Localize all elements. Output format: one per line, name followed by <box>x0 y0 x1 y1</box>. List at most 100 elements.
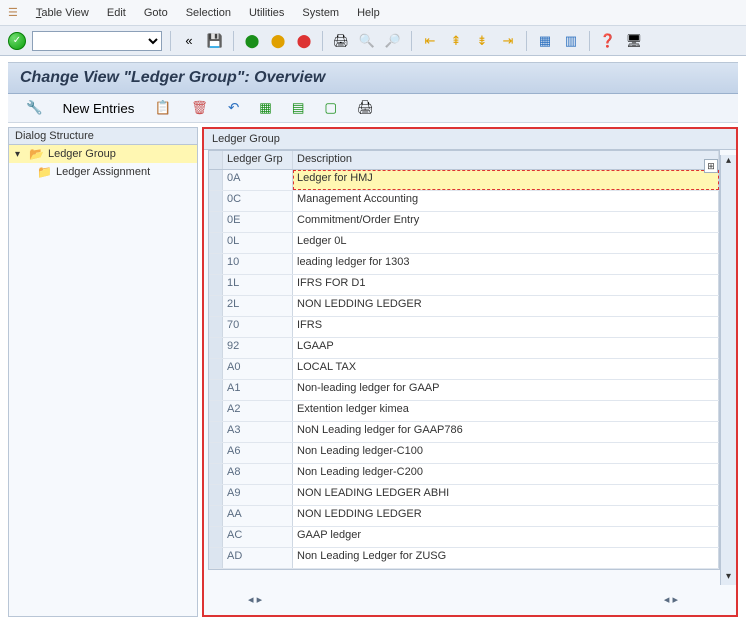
shortcut-icon[interactable]: ▥ <box>561 31 581 51</box>
table-row[interactable]: 0LLedger 0L <box>209 233 719 254</box>
cell-description[interactable]: GAAP ledger <box>293 527 719 547</box>
status-ok-icon[interactable]: ✓ <box>8 32 26 50</box>
cell-description[interactable]: Ledger 0L <box>293 233 719 253</box>
row-selector[interactable] <box>209 359 223 379</box>
row-selector[interactable] <box>209 506 223 526</box>
cell-ledger-grp[interactable]: 2L <box>223 296 293 316</box>
cell-ledger-grp[interactable]: AA <box>223 506 293 526</box>
table-row[interactable]: A8Non Leading ledger-C200 <box>209 464 719 485</box>
menu-table-view[interactable]: Table View <box>36 7 89 19</box>
cell-description[interactable]: Non Leading ledger-C100 <box>293 443 719 463</box>
undo-icon[interactable]: ↶ <box>222 98 245 118</box>
save-icon[interactable]: 💾 <box>205 31 225 51</box>
row-selector[interactable] <box>209 485 223 505</box>
back-ball-icon[interactable]: ⬤ <box>242 31 262 51</box>
scroll-right-icon[interactable]: ◂ ▸ <box>664 593 678 609</box>
table-settings-icon[interactable]: ⊞ <box>704 159 718 173</box>
new-session-icon[interactable]: ▦ <box>535 31 555 51</box>
table-row[interactable]: A0LOCAL TAX <box>209 359 719 380</box>
cell-ledger-grp[interactable]: 0C <box>223 191 293 211</box>
cell-description[interactable]: leading ledger for 1303 <box>293 254 719 274</box>
cell-ledger-grp[interactable]: A0 <box>223 359 293 379</box>
table-row[interactable]: A9NON LEADING LEDGER ABHI <box>209 485 719 506</box>
local-layout-icon[interactable]: 🖥 <box>624 31 644 51</box>
scroll-down-icon[interactable]: ▾ <box>721 571 736 585</box>
table-row[interactable]: AANON LEDDING LEDGER <box>209 506 719 527</box>
copy-icon[interactable]: 📋 <box>148 98 177 118</box>
cell-description[interactable]: NON LEADING LEDGER ABHI <box>293 485 719 505</box>
find-icon[interactable]: 🔍 <box>357 31 377 51</box>
cell-ledger-grp[interactable]: 70 <box>223 317 293 337</box>
row-selector[interactable] <box>209 212 223 232</box>
next-page-icon[interactable]: ⇟ <box>472 31 492 51</box>
cell-ledger-grp[interactable]: 0E <box>223 212 293 232</box>
table-row[interactable]: 0ECommitment/Order Entry <box>209 212 719 233</box>
cell-ledger-grp[interactable]: 1L <box>223 275 293 295</box>
print-icon[interactable]: 🖨 <box>331 31 351 51</box>
row-selector[interactable] <box>209 380 223 400</box>
cell-description[interactable]: NoN Leading ledger for GAAP786 <box>293 422 719 442</box>
menu-icon[interactable]: ☰ <box>8 6 18 19</box>
command-combo[interactable] <box>32 31 162 51</box>
cell-description[interactable]: NON LEDDING LEDGER <box>293 296 719 316</box>
cell-description[interactable]: LGAAP <box>293 338 719 358</box>
table-row[interactable]: 2LNON LEDDING LEDGER <box>209 296 719 317</box>
menu-utilities[interactable]: Utilities <box>249 7 284 19</box>
cell-description[interactable]: NON LEDDING LEDGER <box>293 506 719 526</box>
cell-ledger-grp[interactable]: A2 <box>223 401 293 421</box>
menu-help[interactable]: Help <box>357 7 380 19</box>
menu-edit[interactable]: Edit <box>107 7 126 19</box>
row-selector[interactable] <box>209 191 223 211</box>
row-selector[interactable] <box>209 443 223 463</box>
exit-ball-icon[interactable]: ⬤ <box>268 31 288 51</box>
table-row[interactable]: A2Extention ledger kimea <box>209 401 719 422</box>
column-description[interactable]: Description <box>293 151 719 169</box>
row-selector[interactable] <box>209 527 223 547</box>
row-selector[interactable] <box>209 233 223 253</box>
table-row[interactable]: ACGAAP ledger <box>209 527 719 548</box>
cell-ledger-grp[interactable]: A8 <box>223 464 293 484</box>
row-selector[interactable] <box>209 254 223 274</box>
table-row[interactable]: 92LGAAP <box>209 338 719 359</box>
cell-ledger-grp[interactable]: A6 <box>223 443 293 463</box>
back-icon[interactable]: « <box>179 31 199 51</box>
cell-ledger-grp[interactable]: AC <box>223 527 293 547</box>
cell-description[interactable]: Commitment/Order Entry <box>293 212 719 232</box>
table-row[interactable]: 1LIFRS FOR D1 <box>209 275 719 296</box>
row-selector[interactable] <box>209 296 223 316</box>
row-selector[interactable] <box>209 548 223 568</box>
find-next-icon[interactable]: 🔎 <box>383 31 403 51</box>
last-page-icon[interactable]: ⇥ <box>498 31 518 51</box>
collapse-icon[interactable]: ▾ <box>15 149 25 160</box>
menu-goto[interactable]: Goto <box>144 7 168 19</box>
horizontal-scrollbar[interactable]: ◂ ▸ ◂ ▸ <box>208 593 718 609</box>
cell-ledger-grp[interactable]: A1 <box>223 380 293 400</box>
cell-ledger-grp[interactable]: AD <box>223 548 293 568</box>
select-all-icon[interactable]: ▦ <box>253 98 278 118</box>
delete-icon[interactable]: 🗑 <box>185 98 214 118</box>
cell-description[interactable]: IFRS <box>293 317 719 337</box>
cell-ledger-grp[interactable]: 92 <box>223 338 293 358</box>
select-all-column[interactable] <box>209 151 223 169</box>
table-row[interactable]: A1Non-leading ledger for GAAP <box>209 380 719 401</box>
cell-description[interactable]: Extention ledger kimea <box>293 401 719 421</box>
cell-ledger-grp[interactable]: A3 <box>223 422 293 442</box>
other-entry-icon[interactable]: 🔧 <box>20 98 49 118</box>
table-row[interactable]: A3NoN Leading ledger for GAAP786 <box>209 422 719 443</box>
new-entries-button[interactable]: New Entries <box>57 99 141 118</box>
table-row[interactable]: A6Non Leading ledger-C100 <box>209 443 719 464</box>
first-page-icon[interactable]: ⇤ <box>420 31 440 51</box>
menu-system[interactable]: System <box>302 7 339 19</box>
prev-page-icon[interactable]: ⇞ <box>446 31 466 51</box>
cell-ledger-grp[interactable]: 0L <box>223 233 293 253</box>
tree-node-ledger-assignment[interactable]: 📁 Ledger Assignment <box>9 163 197 181</box>
print-list-icon[interactable]: 🖨 <box>351 98 380 118</box>
cell-description[interactable]: Ledger for HMJ <box>293 170 719 190</box>
scroll-up-icon[interactable]: ▴ <box>721 155 736 169</box>
deselect-icon[interactable]: ▢ <box>318 98 343 118</box>
column-ledger-grp[interactable]: Ledger Grp <box>223 151 293 169</box>
scroll-left-icon[interactable]: ◂ ▸ <box>248 593 262 609</box>
cell-ledger-grp[interactable]: A9 <box>223 485 293 505</box>
cell-ledger-grp[interactable]: 0A <box>223 170 293 190</box>
table-row[interactable]: 10leading ledger for 1303 <box>209 254 719 275</box>
